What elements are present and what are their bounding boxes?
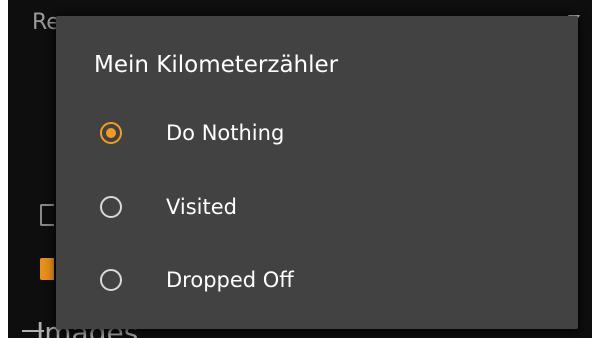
radio-unselected-icon[interactable] bbox=[100, 269, 122, 291]
radio-dot bbox=[106, 128, 116, 138]
single-choice-dialog: Mein Kilometerzähler Do Nothing Visited … bbox=[56, 16, 578, 329]
option-dropped-off[interactable]: Dropped Off bbox=[80, 251, 560, 309]
radio-selected-icon[interactable] bbox=[100, 122, 122, 144]
app-screen: Re Images Mein Kilometerzähler Do Nothin… bbox=[8, 0, 592, 338]
option-label: Dropped Off bbox=[166, 268, 294, 292]
option-label: Do Nothing bbox=[166, 121, 285, 145]
option-label: Visited bbox=[166, 195, 237, 219]
option-do-nothing[interactable]: Do Nothing bbox=[80, 104, 560, 162]
radio-unselected-icon[interactable] bbox=[100, 196, 122, 218]
checkbox-icon[interactable] bbox=[40, 204, 54, 226]
dialog-title: Mein Kilometerzähler bbox=[94, 52, 339, 78]
checkbox-checked-icon[interactable] bbox=[40, 258, 54, 280]
option-visited[interactable]: Visited bbox=[80, 178, 560, 236]
